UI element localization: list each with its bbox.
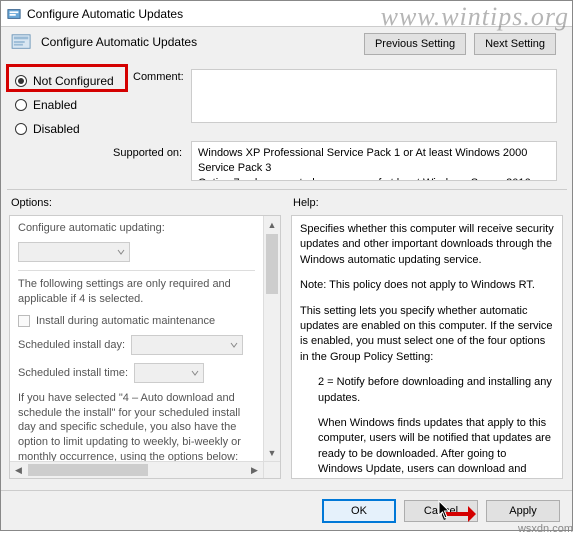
supported-on-text: Windows XP Professional Service Pack 1 o… — [191, 141, 557, 181]
apply-button[interactable]: Apply — [486, 500, 560, 522]
chevron-down-icon — [117, 248, 125, 256]
chevron-down-icon — [191, 369, 199, 377]
help-text: Note: This policy does not apply to Wind… — [300, 278, 554, 293]
sched-note: If you have selected "4 – Auto download … — [18, 391, 255, 461]
next-setting-button[interactable]: Next Setting — [474, 33, 556, 55]
policy-page-icon — [11, 33, 33, 51]
sched-day-label: Scheduled install day: — [18, 339, 125, 351]
radio-dot-icon — [15, 75, 27, 87]
config-updating-select[interactable] — [18, 242, 130, 262]
radio-not-configured[interactable]: Not Configured — [9, 69, 125, 93]
options-panel: Configure automatic updating: The follow… — [9, 215, 281, 479]
help-text: Specifies whether this computer will rec… — [300, 222, 554, 268]
radio-label: Disabled — [33, 122, 80, 136]
dialog-window: Configure Automatic Updates Configure Au… — [0, 0, 573, 531]
ok-button[interactable]: OK — [322, 499, 396, 523]
dialog-footer: OK Cancel Apply — [1, 490, 572, 530]
scroll-thumb[interactable] — [28, 464, 148, 476]
radio-label: Enabled — [33, 98, 77, 112]
help-text: When Windows finds updates that apply to… — [300, 416, 554, 479]
options-note: The following settings are only required… — [18, 277, 255, 307]
sched-day-select[interactable] — [131, 335, 243, 355]
divider — [7, 189, 567, 190]
radio-enabled[interactable]: Enabled — [9, 93, 125, 117]
install-maint-checkbox[interactable] — [18, 315, 30, 327]
options-content: Configure automatic updating: The follow… — [10, 216, 263, 461]
policy-icon — [7, 7, 21, 21]
radio-dot-icon — [15, 123, 27, 135]
options-horizontal-scrollbar[interactable]: ◀ ▶ — [10, 461, 263, 478]
nav-buttons: Previous Setting Next Setting — [364, 33, 556, 55]
scroll-right-icon[interactable]: ▶ — [246, 462, 263, 478]
supported-on-label: Supported on: — [113, 147, 182, 159]
install-maint-label: Install during automatic maintenance — [36, 315, 215, 327]
comment-label: Comment: — [133, 71, 184, 83]
previous-setting-button[interactable]: Previous Setting — [364, 33, 466, 55]
scroll-left-icon[interactable]: ◀ — [10, 462, 27, 478]
help-heading: Help: — [293, 197, 319, 209]
subheader-title: Configure Automatic Updates — [41, 35, 197, 49]
titlebar: Configure Automatic Updates — [1, 1, 572, 27]
scroll-corner — [263, 461, 280, 478]
radio-dot-icon — [15, 99, 27, 111]
help-text: 2 = Notify before downloading and instal… — [300, 375, 554, 406]
scroll-down-icon[interactable]: ▼ — [264, 444, 280, 461]
radio-label: Not Configured — [33, 74, 114, 88]
help-text: This setting lets you specify whether au… — [300, 304, 554, 366]
scroll-up-icon[interactable]: ▲ — [264, 216, 280, 233]
options-heading: Options: — [11, 197, 52, 209]
window-title: Configure Automatic Updates — [27, 7, 183, 21]
scroll-thumb[interactable] — [266, 234, 278, 294]
help-panel[interactable]: Specifies whether this computer will rec… — [291, 215, 563, 479]
state-radio-group: Not Configured Enabled Disabled — [9, 69, 125, 141]
sched-time-select[interactable] — [134, 363, 204, 383]
radio-disabled[interactable]: Disabled — [9, 117, 125, 141]
chevron-down-icon — [230, 341, 238, 349]
cancel-button[interactable]: Cancel — [404, 500, 478, 522]
config-updating-label: Configure automatic updating: — [18, 222, 165, 234]
comment-textarea[interactable] — [191, 69, 557, 123]
sched-time-label: Scheduled install time: — [18, 367, 128, 379]
options-vertical-scrollbar[interactable]: ▲ ▼ — [263, 216, 280, 461]
